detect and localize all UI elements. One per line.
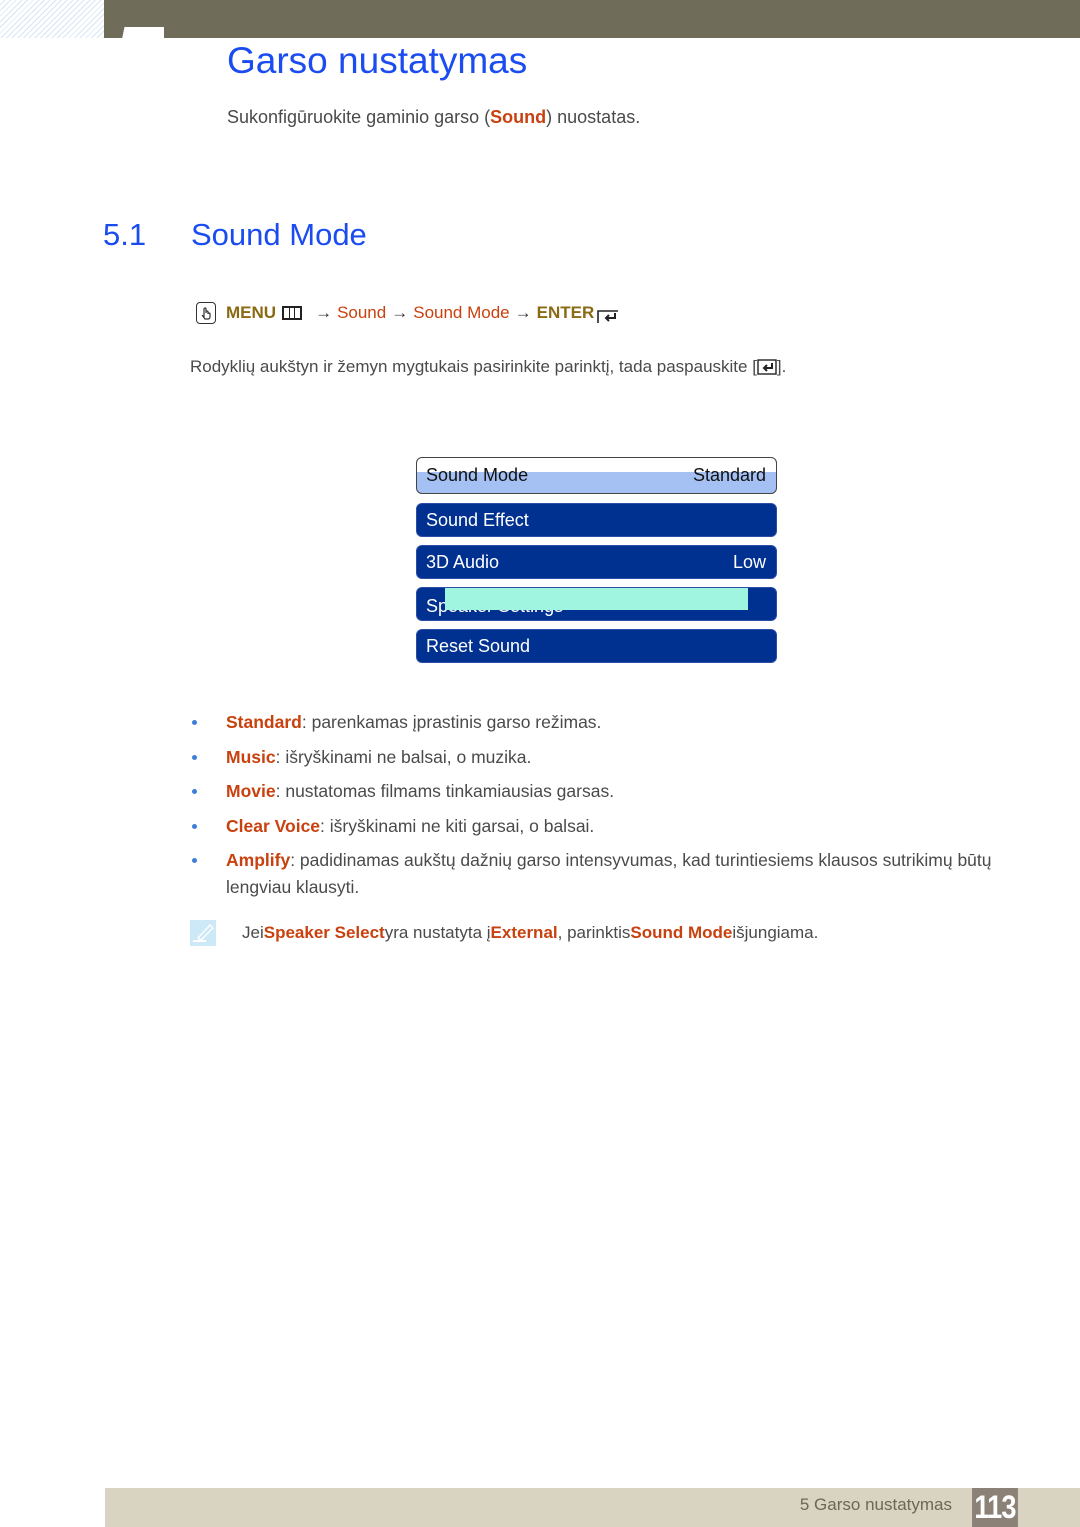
osd-item-sound-mode[interactable]: Sound Mode Standard (416, 457, 777, 494)
instruction-text: Rodyklių aukštyn ir žemyn mygtukais pasi… (190, 357, 787, 376)
osd-sound-menu: Sound Mode Standard Sound Effect 3D Audi… (416, 457, 777, 671)
chapter-title: Garso nustatymas (227, 40, 528, 81)
section-title: Sound Mode (191, 217, 367, 252)
note: Jei Speaker Select yra nustatyta į Exter… (190, 920, 818, 946)
path-step-sound-mode: Sound Mode (413, 303, 510, 322)
redaction-overlay (445, 588, 748, 610)
chapter-tab (122, 27, 164, 39)
bullet-icon (192, 754, 197, 760)
list-item: Amplify: padidinamas aukštų dažnių garso… (190, 847, 1010, 901)
list-item: Standard: parenkamas įprastinis garso re… (190, 709, 1010, 736)
note-pencil-icon (190, 920, 216, 946)
osd-item-value: Standard (692, 465, 766, 485)
header-hatch-pattern (0, 0, 104, 38)
bullet-icon (192, 720, 197, 725)
menu-grid-icon (282, 306, 303, 320)
osd-item-sound-effect[interactable]: Sound Effect (416, 503, 777, 537)
arrow-icon: → (514, 303, 532, 322)
osd-item-label: Sound Effect (426, 509, 529, 530)
sound-term: Sound (490, 107, 547, 127)
osd-item-speaker-settings[interactable]: Speaker Settings (416, 587, 777, 621)
list-item: Movie: nustatomas filmams tinkamiausias … (190, 778, 1010, 805)
osd-item-reset-sound[interactable]: Reset Sound (416, 629, 777, 663)
enter-icon (597, 308, 619, 324)
list-item: Music: išryškinami ne balsai, o muzika. (190, 744, 1010, 771)
arrow-icon: → (391, 303, 409, 322)
enter-label: ENTER (536, 303, 595, 322)
hand-remote-icon (196, 302, 216, 324)
osd-item-label: Sound Mode (426, 465, 529, 485)
enter-icon (757, 359, 777, 375)
section-number: 5.1 (103, 217, 147, 252)
menu-path: MENU → Sound → Sound Mode → ENTER (196, 302, 619, 324)
chapter-intro: Sukonfigūruokite gaminio garso (Sound) n… (227, 107, 641, 127)
sound-mode-options-list: Standard: parenkamas įprastinis garso re… (190, 709, 1010, 909)
bullet-icon (192, 858, 197, 863)
header-bar (104, 0, 1080, 38)
bullet-icon (192, 789, 197, 794)
osd-item-value: Low (732, 551, 766, 572)
arrow-icon: → (315, 303, 333, 322)
osd-item-label: 3D Audio (426, 551, 500, 572)
page-number: 113 (972, 1488, 1018, 1527)
osd-item-label: Reset Sound (426, 635, 531, 656)
osd-item-3d-audio[interactable]: 3D Audio Low (416, 545, 777, 579)
menu-label: MENU (226, 303, 277, 322)
footer-chapter-label: 5 Garso nustatymas (799, 1495, 952, 1514)
bullet-icon (192, 823, 197, 829)
path-step-sound: Sound (337, 303, 387, 322)
list-item: Clear Voice: išryškinami ne kiti garsai,… (190, 813, 1010, 840)
